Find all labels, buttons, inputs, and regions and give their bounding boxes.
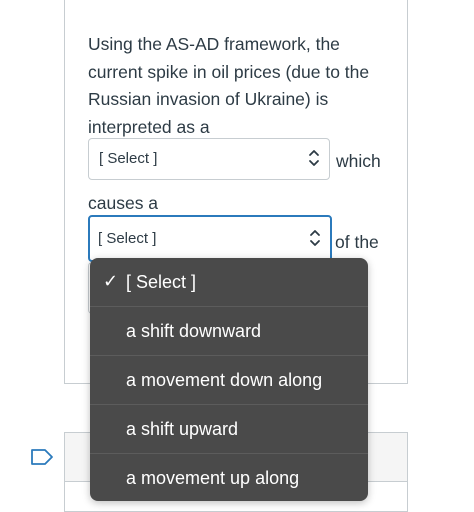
option-label: a movement up along	[126, 468, 300, 488]
question-line: Using the AS-AD framework, the	[88, 34, 340, 54]
text-after-select-2: of the	[335, 232, 379, 252]
option-label: [ Select ]	[126, 272, 197, 292]
text-after-select-1: which	[336, 151, 381, 171]
checkmark-icon: ✓	[103, 271, 119, 291]
flag-icon[interactable]	[30, 448, 54, 466]
select-dropdown-menu: ✓ [ Select ] a shift downward a movement…	[90, 258, 368, 501]
dropdown-option-shift-downward[interactable]: a shift downward	[90, 306, 368, 354]
question-line: current spike in oil prices (due to the	[88, 61, 370, 82]
question-line: interpreted as a	[88, 116, 210, 137]
dropdown-option-select[interactable]: ✓ [ Select ]	[90, 258, 368, 306]
question-text: Using the AS-AD framework, the current s…	[88, 31, 388, 141]
dropdown-option-shift-upward[interactable]: a shift upward	[90, 404, 368, 452]
dropdown-option-movement-down-along[interactable]: a movement down along	[90, 355, 368, 403]
chevron-updown-icon	[309, 150, 319, 166]
dropdown-option-movement-up-along[interactable]: a movement up along	[90, 453, 368, 501]
option-label: a movement down along	[126, 370, 323, 390]
text-causes: causes a	[88, 193, 159, 213]
select-1-value: [ Select ]	[99, 150, 158, 167]
select-2-value: [ Select ]	[98, 230, 157, 247]
answer-select-2[interactable]: [ Select ]	[88, 215, 332, 262]
option-label: a shift downward	[126, 321, 262, 341]
question-line: Russian invasion of Ukraine) is	[88, 89, 329, 109]
option-label: a shift upward	[126, 419, 239, 439]
answer-select-1[interactable]: [ Select ]	[88, 138, 330, 180]
chevron-updown-icon	[310, 230, 320, 246]
